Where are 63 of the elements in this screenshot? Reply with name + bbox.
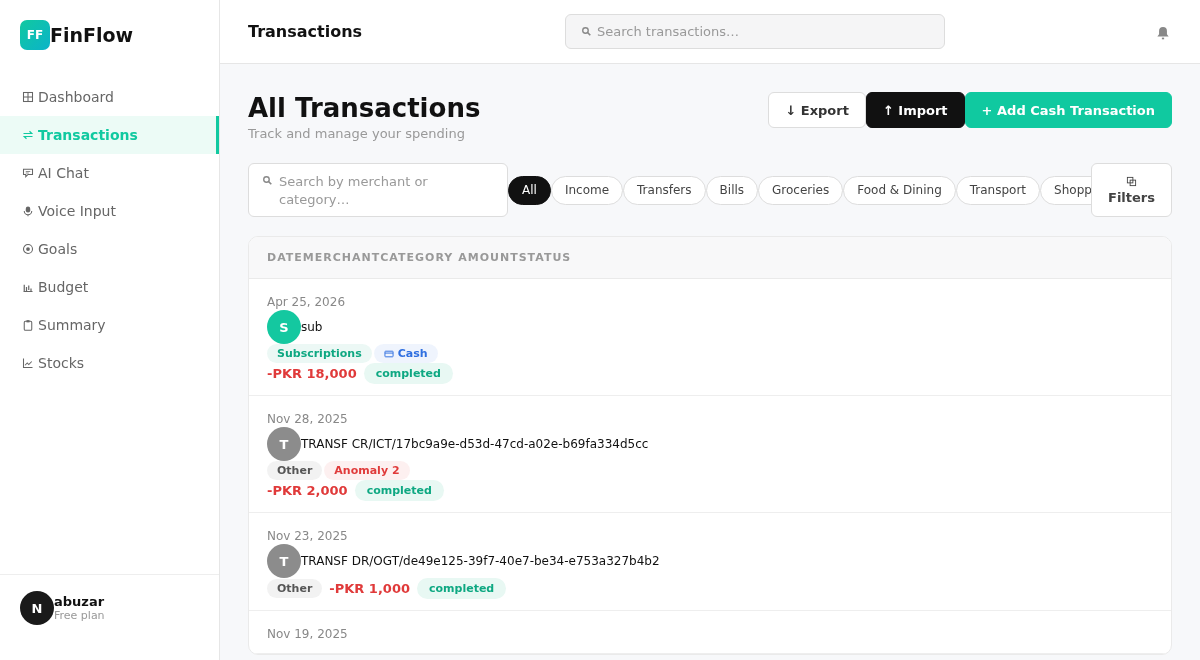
- microphone-icon: [22, 205, 34, 217]
- date-text: Apr 25, 2026: [267, 294, 345, 310]
- payment-tag: Cash: [373, 344, 438, 363]
- status-badge: completed: [417, 578, 507, 599]
- speech-bubble-icon: [22, 167, 34, 179]
- search-field[interactable]: Search by merchant or category…: [248, 163, 508, 217]
- user-plan: Free plan: [54, 609, 105, 622]
- nav-item[interactable]: Goals: [0, 230, 219, 268]
- category-tag: Other: [267, 461, 323, 480]
- merchant-name: TRANSF DR/OGT/de49e125-39f7-40e7-be34-e753a327b4b2: [301, 554, 660, 568]
- merchant-avatar: T: [267, 544, 301, 578]
- merchant-avatar: T: [267, 427, 301, 461]
- card-icon: [383, 348, 394, 359]
- merchant-name: sub: [301, 320, 323, 334]
- filters-button[interactable]: Filters: [1091, 163, 1172, 217]
- filter-chip[interactable]: All: [508, 175, 551, 205]
- nav-item[interactable]: Stocks: [0, 344, 219, 382]
- date-text: Nov 19, 2025: [267, 626, 348, 642]
- user-avatar: N: [20, 591, 54, 625]
- grid-icon: [22, 91, 34, 103]
- anomaly-tag: Anomaly 2: [324, 461, 410, 480]
- column-header: MERCHANT: [302, 251, 381, 264]
- logo-icon: FF: [20, 20, 50, 50]
- column-header: DATE: [267, 251, 303, 264]
- category-tag: Other: [267, 579, 323, 598]
- filter-chip[interactable]: Food & Dining: [843, 175, 956, 205]
- nav-item[interactable]: Budget: [0, 268, 219, 306]
- filter-chip[interactable]: Income: [550, 175, 624, 205]
- merchant-avatar: S: [267, 310, 301, 344]
- squares-icon: [1126, 175, 1137, 187]
- filter-chip[interactable]: Bills: [705, 175, 759, 205]
- import-button[interactable]: ↑ Import: [865, 92, 965, 128]
- search-field[interactable]: Search transactions…: [565, 14, 945, 49]
- status-badge: completed: [363, 363, 453, 384]
- app-name: FinFlow: [50, 24, 134, 46]
- nav-item[interactable]: Summary: [0, 306, 219, 344]
- clipboard-icon: [22, 319, 34, 331]
- column-header: STATUS: [518, 251, 572, 264]
- merchant-name: TRANSF CR/ICT/17bc9a9e-d53d-47cd-a02e-b69fa334d5cc: [301, 437, 649, 451]
- target-icon: [22, 243, 34, 255]
- user-name: abuzar: [54, 594, 105, 609]
- column-header: CATEGORY: [380, 251, 454, 264]
- filter-chip[interactable]: Shopp: [1040, 175, 1091, 205]
- filter-chip[interactable]: Transport: [955, 175, 1041, 205]
- date-text: Nov 28, 2025: [267, 411, 348, 427]
- date-text: Nov 23, 2025: [267, 528, 348, 544]
- subtitle: Track and manage your spending: [248, 126, 466, 141]
- arrows-icon: [22, 129, 34, 141]
- amount-text: -PKR 2,000: [267, 483, 348, 498]
- column-header: AMOUNT: [458, 251, 519, 264]
- filter-chip[interactable]: Transfers: [623, 175, 706, 205]
- export-button[interactable]: ↓ Export: [768, 92, 866, 128]
- amount-text: -PKR 18,000: [267, 366, 357, 381]
- amount-text: -PKR 1,000: [329, 581, 410, 596]
- page-title: Transactions: [248, 22, 364, 41]
- heading: All Transactions: [248, 92, 481, 124]
- nav-item[interactable]: AI Chat: [0, 154, 219, 192]
- nav-item[interactable]: Dashboard: [0, 78, 219, 116]
- line-chart-icon: [22, 357, 34, 369]
- category-tag: Subscriptions: [267, 344, 372, 363]
- filter-chip[interactable]: Groceries: [758, 175, 844, 205]
- nav-item[interactable]: Voice Input: [0, 192, 219, 230]
- status-badge: completed: [354, 480, 444, 501]
